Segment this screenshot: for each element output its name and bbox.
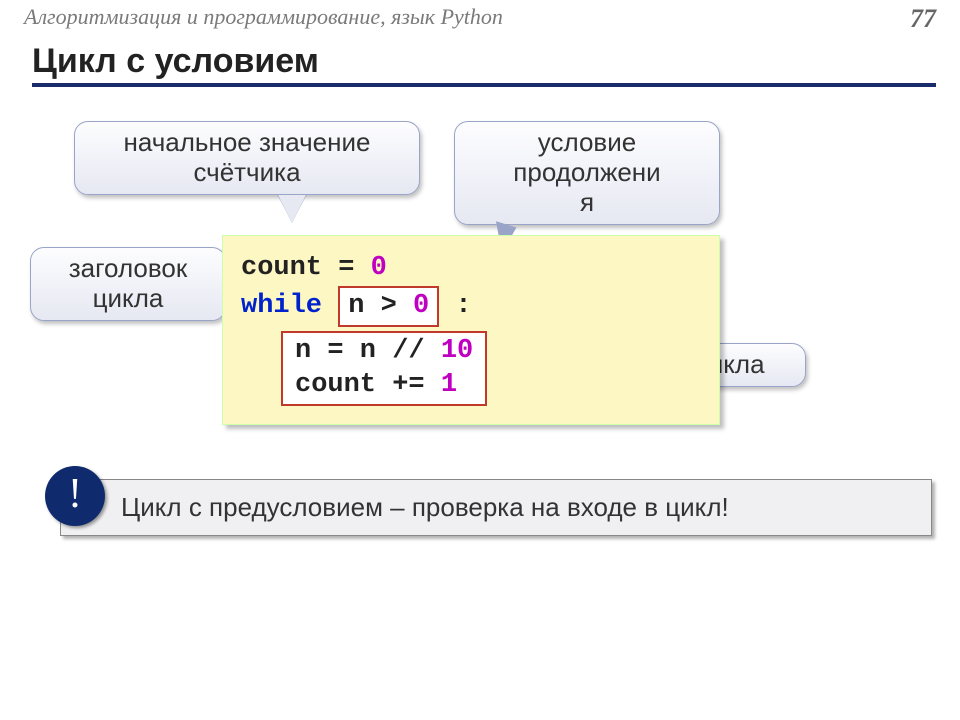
code-box: count = 0 while n > 0 : n = n // 10 coun… (222, 235, 720, 425)
diagram-stage: начальное значение счётчика условие прод… (0, 117, 960, 417)
pointer-initial (278, 195, 306, 223)
code-body-line-1: n = n // 10 (295, 335, 473, 369)
callout-loop-header: заголовок цикла (30, 247, 226, 321)
callout-initial-value: начальное значение счётчика (74, 121, 420, 195)
callout-condition: условие продолжени я (454, 121, 720, 225)
page-number: 77 (910, 4, 936, 34)
code-line-2: while n > 0 : (241, 286, 701, 326)
header-bar: Алгоритмизация и программирование, язык … (0, 0, 960, 34)
exclamation-icon: ! (45, 466, 105, 526)
code-body-line-2: count += 1 (295, 369, 473, 403)
subject-text: Алгоритмизация и программирование, язык … (24, 4, 503, 34)
body-frame: n = n // 10 count += 1 (281, 331, 487, 407)
tip-box: ! Цикл с предусловием – проверка на вход… (60, 479, 932, 536)
slide-title: Цикл с условием (32, 42, 936, 87)
tip-text: Цикл с предусловием – проверка на входе … (121, 492, 729, 522)
code-line-1: count = 0 (241, 250, 701, 286)
condition-frame: n > 0 (338, 286, 439, 326)
